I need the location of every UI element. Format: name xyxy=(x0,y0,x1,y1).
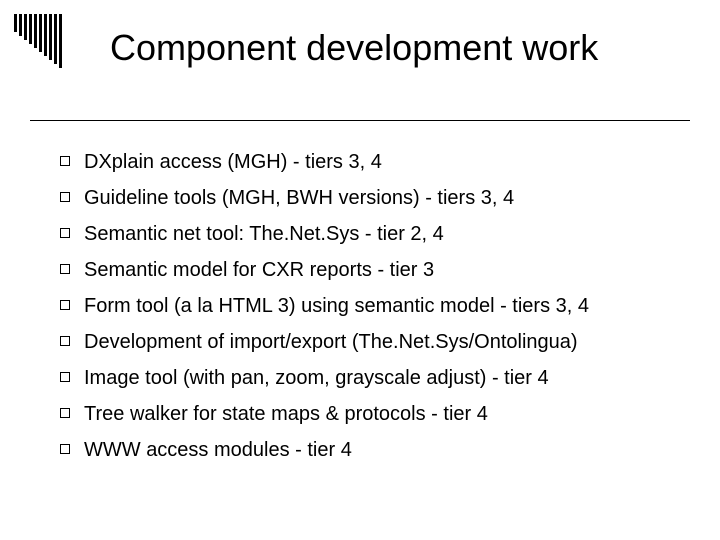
square-bullet-icon xyxy=(60,408,70,418)
bar-icon xyxy=(59,14,62,68)
bar-icon xyxy=(19,14,22,36)
bar-icon xyxy=(14,14,17,32)
bullet-text: Tree walker for state maps & protocols -… xyxy=(84,402,680,427)
bullet-text: Semantic model for CXR reports - tier 3 xyxy=(84,258,680,283)
square-bullet-icon xyxy=(60,444,70,454)
square-bullet-icon xyxy=(60,156,70,166)
bullet-text: Semantic net tool: The.Net.Sys - tier 2,… xyxy=(84,222,680,247)
bar-icon xyxy=(49,14,52,60)
bar-icon xyxy=(24,14,27,40)
list-item: Semantic model for CXR reports - tier 3 xyxy=(60,258,680,283)
bullet-text: Image tool (with pan, zoom, grayscale ad… xyxy=(84,366,680,391)
bullet-text: DXplain access (MGH) - tiers 3, 4 xyxy=(84,150,680,175)
square-bullet-icon xyxy=(60,372,70,382)
bar-icon xyxy=(34,14,37,48)
square-bullet-icon xyxy=(60,192,70,202)
square-bullet-icon xyxy=(60,228,70,238)
slide: Component development work DXplain acces… xyxy=(0,0,720,540)
bullet-text: Form tool (a la HTML 3) using semantic m… xyxy=(84,294,680,319)
bar-icon xyxy=(29,14,32,44)
square-bullet-icon xyxy=(60,264,70,274)
list-item: Image tool (with pan, zoom, grayscale ad… xyxy=(60,366,680,391)
list-item: DXplain access (MGH) - tiers 3, 4 xyxy=(60,150,680,175)
list-item: Guideline tools (MGH, BWH versions) - ti… xyxy=(60,186,680,211)
list-item: Development of import/export (The.Net.Sy… xyxy=(60,330,680,355)
list-item: Semantic net tool: The.Net.Sys - tier 2,… xyxy=(60,222,680,247)
bar-icon xyxy=(44,14,47,56)
bar-icon xyxy=(39,14,42,52)
list-item: WWW access modules - tier 4 xyxy=(60,438,680,463)
page-title: Component development work xyxy=(110,28,690,68)
bullet-text: WWW access modules - tier 4 xyxy=(84,438,680,463)
bullet-text: Development of import/export (The.Net.Sy… xyxy=(84,330,680,355)
decorative-bars xyxy=(14,14,62,68)
bullet-list: DXplain access (MGH) - tiers 3, 4 Guidel… xyxy=(60,150,680,474)
square-bullet-icon xyxy=(60,300,70,310)
square-bullet-icon xyxy=(60,336,70,346)
bullet-text: Guideline tools (MGH, BWH versions) - ti… xyxy=(84,186,680,211)
horizontal-rule xyxy=(30,120,690,121)
list-item: Form tool (a la HTML 3) using semantic m… xyxy=(60,294,680,319)
bar-icon xyxy=(54,14,57,64)
list-item: Tree walker for state maps & protocols -… xyxy=(60,402,680,427)
